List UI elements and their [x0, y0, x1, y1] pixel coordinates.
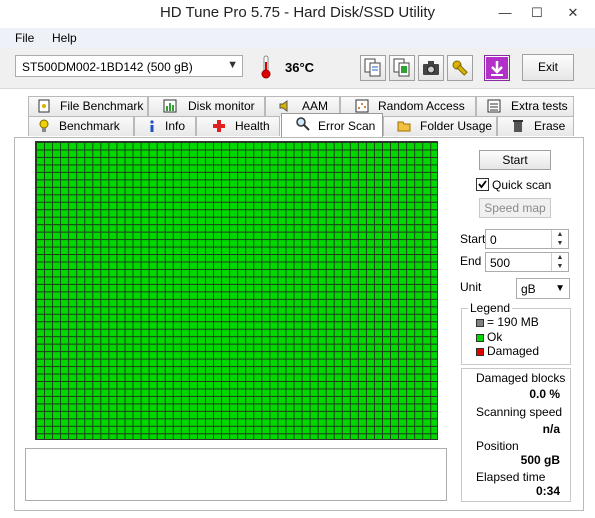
screenshot-camera-icon	[423, 61, 439, 75]
copy-info-icon	[393, 58, 410, 77]
scanning-speed-value: n/a	[542, 422, 560, 436]
spinner-arrows-icon[interactable]: ▲ ▼	[551, 230, 568, 248]
quick-scan-checkbox[interactable]	[476, 178, 489, 191]
screenshot-button[interactable]	[418, 55, 444, 81]
options-button[interactable]	[447, 55, 473, 81]
scan-log-box	[25, 448, 447, 501]
random-access-icon	[355, 99, 369, 113]
ok-swatch	[476, 334, 484, 342]
drive-select-value: ST500DM002-1BD142 (500 gB)	[22, 60, 193, 74]
chevron-down-icon: ▼	[555, 283, 565, 294]
menu-help[interactable]: Help	[52, 31, 77, 45]
start-value: 0	[490, 233, 497, 247]
spinner-arrows-icon[interactable]: ▲ ▼	[551, 253, 568, 271]
elapsed-time-value: 0:34	[535, 484, 560, 498]
copy-text-button[interactable]	[360, 55, 386, 81]
damaged-swatch	[476, 348, 484, 356]
tab-folder-usage[interactable]: Folder Usage	[383, 116, 497, 136]
tab-file-benchmark[interactable]: File Benchmark	[28, 96, 148, 116]
copy-text-icon	[364, 58, 381, 77]
damaged-blocks-value: 0.0 %	[529, 387, 560, 401]
legend-title: Legend	[468, 301, 513, 315]
tab-benchmark[interactable]: Benchmark	[28, 116, 134, 136]
trash-icon	[511, 119, 525, 133]
menu-bar	[0, 28, 595, 48]
position-value: 500 gB	[520, 453, 560, 467]
tab-error-scan[interactable]: Error Scan	[281, 113, 383, 138]
legend-ok: Ok	[487, 330, 503, 344]
tab-disk-monitor[interactable]: Disk monitor	[148, 96, 265, 116]
lightbulb-icon	[37, 119, 51, 133]
copy-info-button[interactable]	[389, 55, 415, 81]
tab-extra-tests[interactable]: Extra tests	[476, 96, 574, 116]
unit-label: Unit	[460, 280, 482, 294]
damaged-blocks-label: Damaged blocks	[476, 371, 566, 385]
maximize-button[interactable]: ☐	[522, 0, 552, 26]
chevron-down-icon: ▼	[227, 59, 238, 71]
options-wrench-icon	[452, 60, 468, 76]
magnifier-icon	[296, 117, 310, 131]
unit-value: gB	[521, 282, 536, 296]
save-button[interactable]	[484, 55, 510, 81]
speaker-icon	[278, 99, 292, 113]
disk-monitor-icon	[163, 99, 177, 113]
folder-icon	[397, 119, 411, 133]
extra-tests-icon	[487, 99, 501, 113]
tab-erase[interactable]: Erase	[497, 116, 574, 136]
checkmark-icon	[478, 180, 487, 189]
start-label: Start	[460, 232, 486, 246]
start-scan-button[interactable]: Start	[479, 150, 551, 170]
end-label: End	[460, 254, 482, 268]
speed-map-button[interactable]: Speed map	[479, 198, 551, 218]
save-download-icon	[486, 57, 508, 79]
minimize-button[interactable]: —	[488, 0, 522, 26]
temperature-readout: 36°C	[285, 60, 315, 75]
legend-block-size: = 190 MB	[487, 315, 539, 329]
health-cross-icon	[212, 119, 226, 133]
scan-block-map	[35, 141, 438, 440]
thermometer-icon	[258, 54, 274, 80]
drive-select[interactable]: ST500DM002-1BD142 (500 gB) ▼	[15, 55, 243, 77]
unit-select[interactable]: gB ▼	[516, 278, 570, 299]
end-spinner[interactable]: 500 ▲ ▼	[485, 252, 569, 272]
tab-health[interactable]: Health	[196, 116, 280, 136]
file-benchmark-icon	[37, 99, 51, 113]
menu-file[interactable]: File	[15, 31, 34, 45]
close-button[interactable]: ✕	[552, 0, 594, 26]
quick-scan-label: Quick scan	[492, 178, 552, 192]
scanning-speed-label: Scanning speed	[476, 405, 563, 419]
block-size-swatch	[476, 319, 484, 327]
position-label: Position	[476, 439, 519, 453]
info-icon	[145, 119, 159, 133]
end-value: 500	[490, 256, 511, 270]
exit-button[interactable]: Exit	[522, 54, 574, 81]
elapsed-time-label: Elapsed time	[476, 470, 546, 484]
start-spinner[interactable]: 0 ▲ ▼	[485, 229, 569, 249]
tab-info[interactable]: Info	[134, 116, 196, 136]
legend-damaged: Damaged	[487, 344, 540, 358]
